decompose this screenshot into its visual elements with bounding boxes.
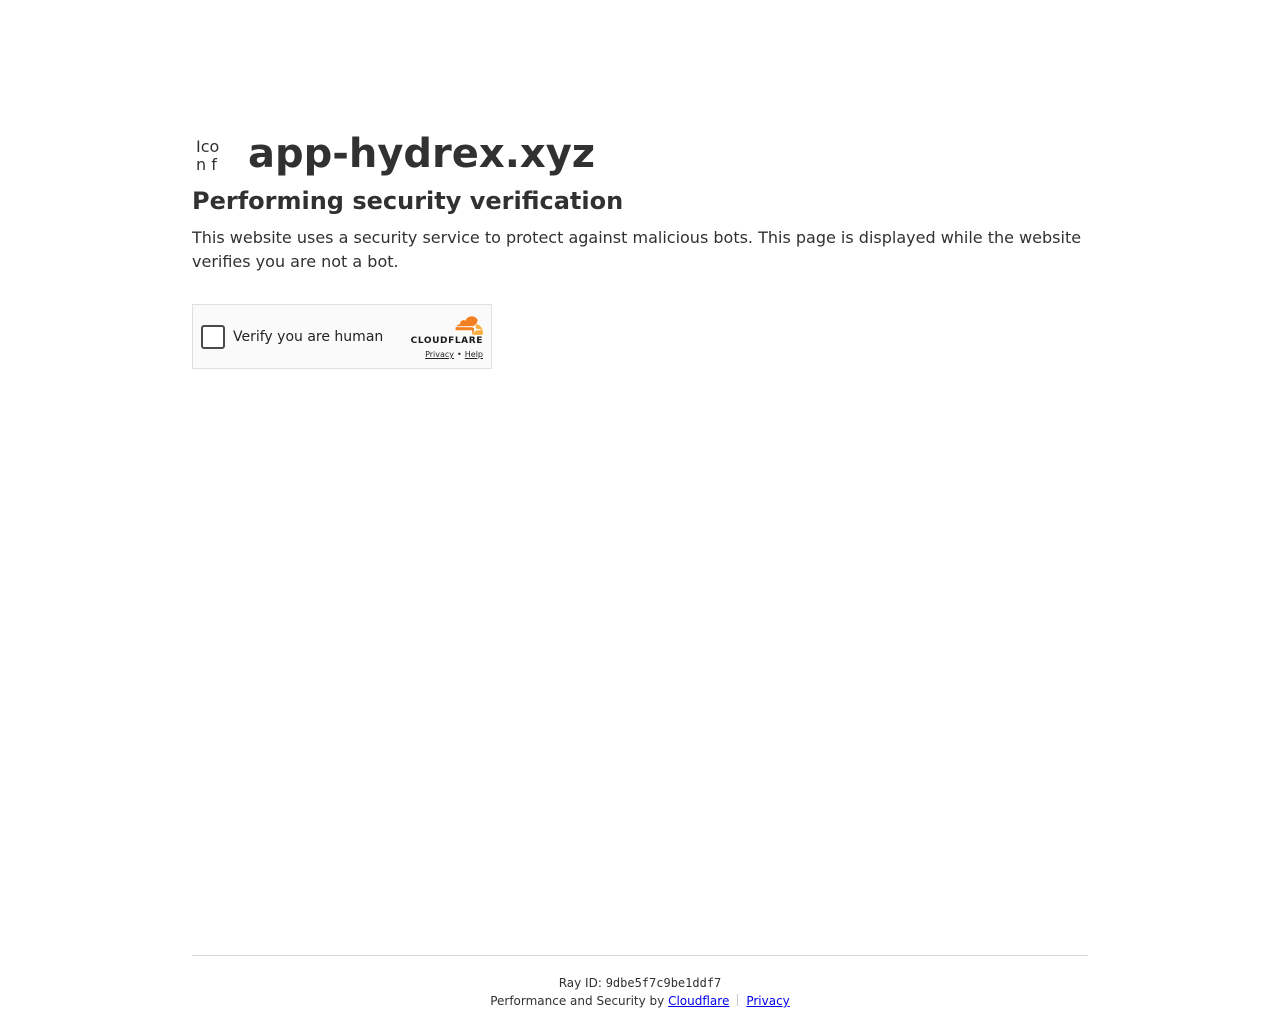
widget-link-separator: • bbox=[457, 350, 462, 359]
verify-human-checkbox-area[interactable]: Verify you are human bbox=[201, 325, 383, 349]
widget-links: Privacy • Help bbox=[407, 350, 483, 360]
page-footer: Ray ID: 9dbe5f7c9be1ddf7 Performance and… bbox=[192, 955, 1088, 1009]
widget-help-link[interactable]: Help bbox=[465, 350, 483, 359]
performance-text: Performance and Security by bbox=[490, 994, 669, 1008]
verify-human-checkbox[interactable] bbox=[201, 325, 225, 349]
ray-id-value: 9dbe5f7c9be1ddf7 bbox=[605, 976, 722, 990]
turnstile-widget: Verify you are human CLOUDFLARE Privacy •… bbox=[192, 304, 492, 369]
ray-id-line: Ray ID: 9dbe5f7c9be1ddf7 bbox=[192, 975, 1088, 991]
cloudflare-cloud-icon bbox=[455, 316, 483, 335]
site-favicon-icon: Icon for app-hydrex.xyz bbox=[196, 138, 220, 170]
widget-privacy-link[interactable]: Privacy bbox=[425, 350, 454, 359]
cloudflare-branding: CLOUDFLARE Privacy • Help bbox=[407, 316, 483, 360]
ray-id-label: Ray ID: bbox=[558, 976, 606, 990]
site-name: app-hydrex.xyz bbox=[248, 131, 596, 177]
page-title: Performing security verification bbox=[192, 187, 624, 215]
footer-divider bbox=[737, 994, 739, 1006]
verify-human-label[interactable]: Verify you are human bbox=[233, 329, 383, 345]
site-header: Icon for app-hydrex.xyz app-hydrex.xyz bbox=[192, 128, 1088, 180]
performance-line: Performance and Security by Cloudflare Pr… bbox=[192, 993, 1088, 1009]
cloudflare-wordmark: CLOUDFLARE bbox=[410, 336, 483, 346]
main-content: Icon for app-hydrex.xyz app-hydrex.xyz P… bbox=[192, 128, 1088, 274]
page-description: This website uses a security service to … bbox=[192, 228, 1082, 271]
footer-privacy-link[interactable]: Privacy bbox=[746, 994, 789, 1008]
cloudflare-link[interactable]: Cloudflare bbox=[668, 994, 729, 1008]
